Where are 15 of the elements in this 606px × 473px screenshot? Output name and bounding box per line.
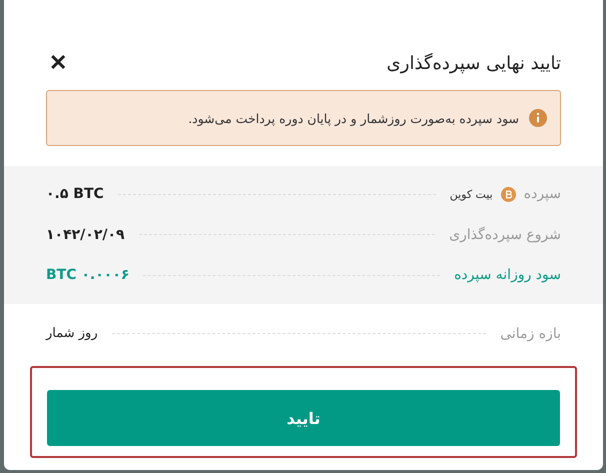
info-icon: [529, 109, 547, 127]
dialog-title: تایید نهایی سپرده‌گذاری: [386, 52, 561, 74]
row-value: ۱۰۴۲/۰۲/۰۹: [46, 226, 125, 243]
close-button[interactable]: ✕: [46, 49, 70, 77]
confirm-button[interactable]: تایید: [47, 390, 560, 446]
row-label: بازه زمانی: [500, 326, 561, 342]
coin-icon: [500, 186, 516, 202]
row-value: روز شمار: [46, 326, 98, 342]
row-value: ۰.۵ BTC: [46, 186, 104, 202]
row-label: سود روزانه سپرده: [454, 267, 561, 284]
row-value: BTC ۰.۰۰۰۶: [46, 267, 130, 284]
asset-name: بیت کوین: [450, 188, 493, 201]
row-label: شروع سپرده‌گذاری: [449, 226, 561, 243]
notice-text: سود سپرده به‌صورت روزشمار و در پایان دوره پرداخت می‌شود.: [188, 110, 519, 126]
row-label: سپرده: [524, 186, 561, 202]
